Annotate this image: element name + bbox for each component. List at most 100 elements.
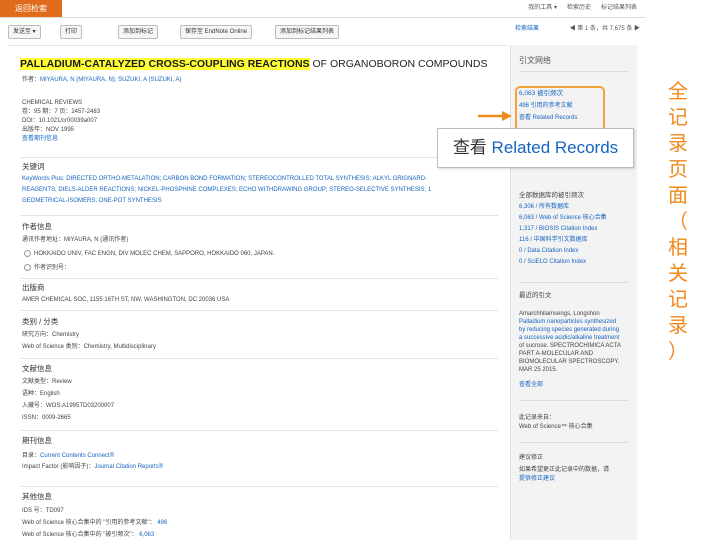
reprint-address: 通讯作者地址：MIYAURA, N (通讯作者) <box>22 237 129 243</box>
org-text: 作者识别号： <box>34 265 71 272</box>
count-data-citation[interactable]: 0 / Data Citation Index <box>519 247 578 255</box>
publisher-text: AMER CHEMICAL SOC, 1155 16TH ST, NW, WAS… <box>22 297 230 303</box>
cited-refs-count-link[interactable]: 496 <box>157 520 167 526</box>
count-scielo[interactable]: 0 / SciELO Citation Index <box>519 258 586 266</box>
recent-line-6: PART A-MOLECULAR AND <box>519 351 594 357</box>
record-from-value: Web of Science™ 核心合集 <box>519 424 593 430</box>
accession-number: 入藏号：WOS:A1995TD03200007 <box>22 403 115 409</box>
search-history-link[interactable]: 检索历史 <box>567 0 591 17</box>
divider <box>20 358 498 359</box>
journal-info-heading: 期刊信息 <box>22 436 52 445</box>
endnote-select[interactable]: 保存至 EndNote Online <box>180 25 253 39</box>
divider <box>20 278 498 279</box>
journal-name: CHEMICAL REVIEWS <box>22 100 83 106</box>
recent-line-7: BIOMOLECULAR SPECTROSCOPY. <box>519 359 620 365</box>
ids-number: IDS 号：TD097 <box>22 508 64 514</box>
send-to-button[interactable]: 发送至 ▾ <box>8 25 41 39</box>
recent-citations-heading: 最近的引文 <box>519 292 552 299</box>
publisher-heading: 出版商 <box>22 283 45 292</box>
my-tools-menu[interactable]: 我的工具 ▾ <box>528 0 557 17</box>
record-toolbar: 发送至 ▾ 打印 添加到标记 保存至 EndNote Online 添加到标记结… <box>0 22 510 42</box>
keywords-line-1[interactable]: KeyWords Plus: DIRECTED ORTHO-METALATION… <box>22 175 427 183</box>
authors-label: 作者： <box>22 77 41 83</box>
count-biosis[interactable]: 1,317 / BIOSIS Citation Index <box>519 225 597 233</box>
suggest-text: 如果希望更正此记录中的数据，请 <box>519 467 610 473</box>
divider <box>20 157 498 158</box>
vertical-caption: 全 记 录 页 面 （ 相 关 记 录 ） <box>660 78 696 364</box>
recent-line-5: of sucrose. SPECTROCHIMICA ACTA <box>519 343 621 349</box>
org-line: 作者识别号： <box>24 264 70 272</box>
impact-factor-label: Impact Factor (影响因子)： <box>22 464 95 470</box>
caption-char: 页 <box>668 157 688 181</box>
divider <box>519 71 629 72</box>
category-heading: 类别 / 分类 <box>22 317 59 326</box>
caption-char: 关 <box>668 261 688 285</box>
recent-line-4[interactable]: a successive acidic/alkaline treatment <box>519 334 619 342</box>
author-info-heading: 作者信息 <box>22 222 52 231</box>
address-text: HOKKAIDO UNIV, FAC ENGN, DIV MOLEC CHEM,… <box>34 251 275 258</box>
related-records-highlight <box>515 86 605 134</box>
recent-line-1: Amarchhilamsengs, Longshon <box>519 311 600 317</box>
recent-line-2[interactable]: Palladium nanoparticles synthesized <box>519 318 616 326</box>
times-cited-line: Web of Science 核心合集中的 "被引频次"： 6,063 <box>22 531 154 539</box>
authors-line: 作者：MIYAURA, N (MIYAURA, N); SUZUKI, A (S… <box>22 76 181 84</box>
marked-list-link[interactable]: 标记结果列表 <box>601 0 637 17</box>
pubdate-line: 出版年：NOV 1995 <box>22 127 75 133</box>
count-all-db[interactable]: 6,306 / 所有数据库 <box>519 203 569 211</box>
all-db-heading: 全部数据库的被引频次 <box>519 192 584 199</box>
search-results-link[interactable]: 检索结果 <box>515 26 539 32</box>
count-wos-core[interactable]: 6,063 / Web of Science 核心合集 <box>519 214 607 222</box>
expand-icon[interactable] <box>24 264 31 271</box>
citation-network-heading: 引文网络 <box>519 56 551 65</box>
doc-language: 语种：English <box>22 391 60 397</box>
view-all-link[interactable]: 查看全部 <box>519 381 543 389</box>
volume-line: 卷：95 期：7 页：2457-2483 <box>22 109 101 115</box>
related-records-callout: 查看 Related Records <box>437 128 634 168</box>
expand-icon[interactable] <box>24 250 31 257</box>
print-button[interactable]: 打印 <box>60 25 83 39</box>
top-nav: 我的工具 ▾ 检索历史 标记结果列表 <box>528 0 637 17</box>
authors-link[interactable]: MIYAURA, N (MIYAURA, N); SUZUKI, A (SUZU… <box>40 77 181 83</box>
research-area: 研究方向：Chemistry <box>22 332 80 338</box>
count-cscd[interactable]: 116 / 中国科学引文数据库 <box>519 236 588 244</box>
caption-char: 记 <box>668 105 688 129</box>
divider <box>20 486 498 487</box>
back-to-search-button[interactable]: 返回检索 <box>0 0 62 17</box>
add-marked-button[interactable]: 添加到标记 <box>118 25 159 39</box>
jcr-link[interactable]: Journal Citation Reports® <box>94 464 163 470</box>
doi-line: DOI：10.1021/cr00039a007 <box>22 118 98 124</box>
keywords-line-2[interactable]: REAGENTS; DIELS-ALDER REACTIONS; NICKEL-… <box>22 186 431 194</box>
view-journal-link[interactable]: 查看期刊信息 <box>22 135 58 143</box>
doc-info-heading: 文献信息 <box>22 364 52 373</box>
record-pager[interactable]: ◀ 第 1 条，共 7,675 条 ▶ <box>570 22 640 36</box>
current-contents-link[interactable]: Current Contents Connect® <box>40 453 114 459</box>
caption-char: 录 <box>668 313 688 337</box>
contents-line: 目录：Current Contents Connect® <box>22 452 114 460</box>
top-bar: 返回检索 我的工具 ▾ 检索历史 标记结果列表 <box>0 0 645 18</box>
record-from-heading: 此记录来自： <box>519 415 556 421</box>
caption-char: （ <box>668 209 688 233</box>
caption-char: 全 <box>668 79 688 103</box>
marked-list-button[interactable]: 添加到标记结果列表 <box>275 25 340 39</box>
suggest-heading: 建议修正 <box>519 455 544 461</box>
cited-refs-line: Web of Science 核心合集中的 "引用的参考文献"： 496 <box>22 519 167 527</box>
times-cited-count-link[interactable]: 6,063 <box>139 532 154 538</box>
divider <box>20 430 498 431</box>
doc-type: 文献类型：Review <box>22 379 72 385</box>
other-info-heading: 其他信息 <box>22 492 52 501</box>
divider <box>8 45 508 46</box>
recent-line-3[interactable]: by reducing species generated during <box>519 326 619 334</box>
contents-label: 目录： <box>22 453 41 459</box>
cited-refs-label: Web of Science 核心合集中的 "引用的参考文献"： <box>22 520 156 526</box>
keywords-line-3[interactable]: GEOMETRICAL-ISOMERS; ONE-POT SYNTHESIS <box>22 197 162 205</box>
divider <box>519 400 629 401</box>
wos-category: Web of Science 类别：Chemistry, Multidiscip… <box>22 344 156 350</box>
keywords-heading: 关键词 <box>22 162 45 171</box>
callout-related-text: Related Records <box>491 138 619 157</box>
caption-char: 记 <box>668 287 688 311</box>
screenshot-panel: 返回检索 我的工具 ▾ 检索历史 标记结果列表 发送至 ▾ 打印 添加到标记 保… <box>0 0 645 540</box>
suggest-link[interactable]: 提供修正建议 <box>519 475 555 483</box>
caption-char: 相 <box>668 235 688 259</box>
divider <box>20 310 498 311</box>
arrow-right-icon <box>478 111 512 121</box>
